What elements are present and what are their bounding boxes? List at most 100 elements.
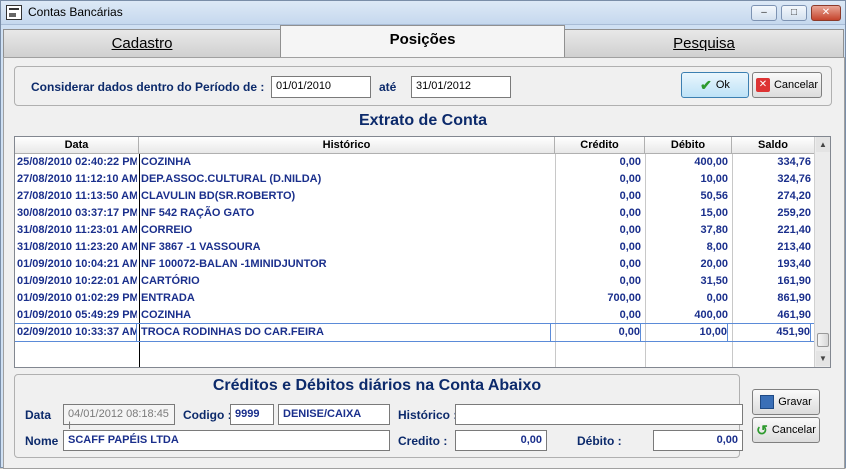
undo-icon: ↺ — [756, 421, 768, 438]
table-row[interactable]: 30/08/2010 03:37:17 PM NF 542 RAÇÃO GATO 0… — [15, 205, 815, 222]
window-title: Contas Bancárias — [28, 5, 123, 19]
col-data[interactable]: Data — [15, 137, 139, 154]
table-row[interactable]: 27/08/2010 11:13:50 AM CLAVULIN BD(SR.ROB… — [15, 188, 815, 205]
cell-data: 01/09/2010 10:04:21 AM — [17, 258, 137, 270]
vertical-scrollbar[interactable]: ▲ ▼ — [814, 137, 830, 367]
cell-credito: 0,00 — [619, 207, 641, 219]
title-bar[interactable]: Contas Bancárias – □ ✕ — [1, 1, 845, 25]
extrato-grid: Data Histórico Crédito Débito Saldo 25/0… — [14, 136, 831, 368]
scroll-thumb[interactable] — [817, 333, 829, 347]
tab-cadastro[interactable]: Cadastro — [3, 29, 281, 58]
col-credito[interactable]: Crédito — [555, 137, 645, 154]
extrato-title: Extrato de Conta — [358, 112, 487, 129]
cancel-icon: ✕ — [755, 78, 770, 92]
table-row[interactable]: 25/08/2010 02:40:22 PM COZINHA 0,00 400,00 3… — [15, 154, 815, 171]
period-from-input[interactable]: 01/01/2010 — [271, 76, 371, 98]
table-row[interactable]: 27/08/2010 11:12:10 AM DEP.ASSOC.CULTURAL… — [15, 171, 815, 188]
cell-debito: 20,00 — [700, 258, 728, 270]
cell-historico: COZINHA — [141, 309, 192, 321]
cell-saldo: 259,20 — [777, 207, 811, 219]
cell-historico: ENTRADA — [141, 292, 195, 304]
cancelar-entry-button[interactable]: ↺ Cancelar — [752, 417, 820, 443]
cell-saldo: 461,90 — [777, 309, 811, 321]
tab-label: Posições — [389, 31, 456, 48]
credito-input[interactable]: 0,00 — [455, 430, 547, 451]
cell-historico: TROCA RODINHAS DO CAR.FEIRA — [141, 324, 551, 341]
cell-saldo: 861,90 — [777, 292, 811, 304]
data-label: Data — [25, 408, 52, 422]
cell-saldo: 161,90 — [777, 275, 811, 287]
codigo-label: Codigo : — [183, 408, 232, 422]
cell-historico: NF 3867 -1 VASSOURA — [141, 241, 261, 253]
cell-data: 01/09/2010 01:02:29 PM — [17, 292, 137, 304]
ok-button[interactable]: ✔ Ok — [681, 72, 749, 98]
main-window: Contas Bancárias – □ ✕ Cadastro Posições… — [0, 0, 846, 469]
table-row[interactable]: 01/09/2010 10:22:01 AM CARTÓRIO 0,00 31,50 1… — [15, 273, 815, 290]
gravar-label: Gravar — [778, 396, 812, 408]
period-to-input[interactable]: 31/01/2012 — [411, 76, 511, 98]
cell-credito: 0,00 — [619, 275, 641, 287]
table-row[interactable]: 01/09/2010 05:49:29 PM COZINHA 0,00 400,00 4… — [15, 307, 815, 324]
cell-saldo: 274,20 — [777, 190, 811, 202]
col-debito[interactable]: Débito — [645, 137, 732, 154]
cell-data: 30/08/2010 03:37:17 PM — [17, 207, 137, 219]
col-historico[interactable]: Histórico — [139, 137, 555, 154]
cell-debito: 8,00 — [706, 241, 728, 253]
cell-debito: 37,80 — [700, 224, 728, 236]
scroll-up-icon[interactable]: ▲ — [816, 137, 830, 152]
minimize-button[interactable]: – — [751, 5, 777, 21]
cell-historico: CORREIO — [141, 224, 193, 236]
data-input[interactable]: 04/01/2012 08:18:45 I — [63, 404, 175, 432]
cell-debito: 10,00 — [700, 173, 728, 185]
historico-label: Histórico : — [398, 408, 458, 422]
gravar-button[interactable]: Gravar — [752, 389, 820, 415]
tab-strip: Cadastro Posições Pesquisa — [3, 25, 845, 58]
cell-saldo: 334,76 — [777, 156, 811, 168]
nome-input[interactable]: SCAFF PAPÉIS LTDA — [63, 430, 390, 451]
tab-pesquisa[interactable]: Pesquisa — [564, 29, 844, 58]
cell-data: 01/09/2010 10:22:01 AM — [17, 275, 137, 287]
col-saldo[interactable]: Saldo — [732, 137, 815, 154]
conta-input[interactable]: DENISE/CAIXA — [278, 404, 390, 425]
cell-data: 31/08/2010 11:23:01 AM — [17, 224, 137, 236]
debito-input[interactable]: 0,00 — [653, 430, 743, 451]
table-row[interactable]: 01/09/2010 10:04:21 AM NF 100072-BALAN -1… — [15, 256, 815, 273]
maximize-button[interactable]: □ — [781, 5, 807, 21]
period-filter: Considerar dados dentro do Período de : … — [14, 66, 832, 106]
table-row[interactable]: 31/08/2010 11:23:20 AM NF 3867 -1 VASSOUR… — [15, 239, 815, 256]
cell-historico: COZINHA — [141, 156, 192, 168]
period-label: Considerar dados dentro do Período de : — [31, 80, 265, 94]
cell-credito: 0,00 — [619, 241, 641, 253]
nome-label: Nome — [25, 434, 59, 448]
debito-label: Débito : — [577, 434, 622, 448]
cell-saldo: 451,90 — [732, 324, 811, 341]
cell-debito: 400,00 — [694, 309, 728, 321]
cell-historico: NF 542 RAÇÃO GATO — [141, 207, 255, 219]
cell-historico: CARTÓRIO — [141, 275, 200, 287]
cell-credito: 0,00 — [555, 324, 641, 341]
cell-saldo: 213,40 — [777, 241, 811, 253]
cell-credito: 0,00 — [619, 224, 641, 236]
table-row[interactable]: 01/09/2010 01:02:29 PM ENTRADA 700,00 0,00 8… — [15, 290, 815, 307]
cell-credito: 0,00 — [619, 173, 641, 185]
cell-saldo: 193,40 — [777, 258, 811, 270]
table-row[interactable]: 31/08/2010 11:23:01 AM CORREIO 0,00 37,80 22… — [15, 222, 815, 239]
historico-input[interactable] — [455, 404, 743, 425]
table-row[interactable]: 02/09/2010 10:33:37 AM TROCA RODINHAS DO … — [15, 323, 816, 342]
cell-saldo: 221,40 — [777, 224, 811, 236]
cancel-filter-button[interactable]: ✕ Cancelar — [752, 72, 822, 98]
cell-historico: CLAVULIN BD(SR.ROBERTO) — [141, 190, 296, 202]
cell-data: 27/08/2010 11:13:50 AM — [17, 190, 137, 202]
tab-posicoes[interactable]: Posições — [280, 25, 565, 58]
cell-debito: 10,00 — [645, 324, 728, 341]
cell-debito: 15,00 — [700, 207, 728, 219]
cancelar-label: Cancelar — [771, 424, 816, 436]
until-label: até — [379, 80, 397, 94]
cell-debito: 50,56 — [700, 190, 728, 202]
entry-title: Créditos e Débitos diários na Conta Abai… — [212, 377, 542, 394]
cancel-label: Cancelar — [773, 79, 819, 91]
codigo-input[interactable]: 9999 — [230, 404, 274, 425]
credito-label: Credito : — [398, 434, 448, 448]
scroll-down-icon[interactable]: ▼ — [816, 351, 830, 366]
close-button[interactable]: ✕ — [811, 5, 841, 21]
